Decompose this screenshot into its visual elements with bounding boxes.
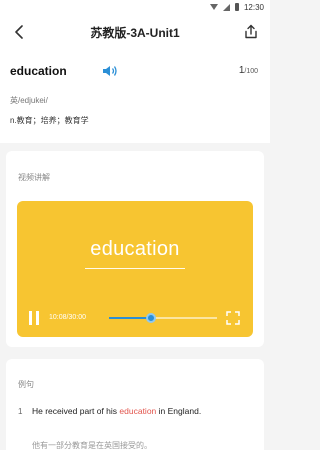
- example-sentence: He received part of his education in Eng…: [32, 406, 252, 417]
- progress-track[interactable]: [109, 317, 217, 319]
- example-before: He received part of his: [32, 406, 120, 416]
- back-button[interactable]: [10, 23, 28, 41]
- page-title: 苏教版-3A-Unit1: [90, 25, 180, 40]
- fullscreen-button[interactable]: [226, 311, 240, 325]
- example-card: 例句 1 He received part of his education i…: [6, 359, 264, 450]
- pause-icon-bar-right: [36, 311, 39, 325]
- word-counter: 1/100: [239, 65, 258, 76]
- word-meaning: n.教育；培养；教育学: [10, 116, 89, 125]
- progress-thumb[interactable]: [146, 313, 157, 323]
- video-player[interactable]: education 10:08/30:00: [17, 201, 253, 337]
- example-highlight: education: [119, 406, 157, 416]
- wifi-icon: [209, 4, 218, 10]
- word-text: education: [10, 64, 67, 78]
- signal-icon: [222, 3, 230, 11]
- word-panel: education 1/100 英/edjukei/ n.教育；培养；教育学: [0, 50, 270, 143]
- word-total: /100: [244, 68, 258, 75]
- status-bar: 12:30: [0, 0, 270, 14]
- pause-icon-bar-left: [29, 311, 32, 325]
- fullscreen-icon: [226, 311, 240, 325]
- example-translation: 他有一部分教育是在英国接受的。: [32, 441, 152, 450]
- video-word: education: [90, 238, 180, 260]
- video-card: 视频讲解 education 10:08/30:00: [6, 151, 264, 347]
- pronounce-button[interactable]: [102, 64, 118, 78]
- video-word-underline: [85, 268, 185, 269]
- example-section-label: 例句: [18, 380, 34, 389]
- pause-button[interactable]: [28, 311, 40, 325]
- example-after: in England.: [156, 406, 202, 416]
- phonetic: 英/edjukei/: [10, 96, 48, 105]
- example-number: 1: [18, 407, 23, 416]
- progress-fill: [109, 317, 152, 319]
- speaker-icon: [103, 66, 117, 76]
- video-time: 10:08/30:00: [49, 314, 86, 321]
- chevron-left-icon: [15, 25, 23, 39]
- share-icon: [245, 24, 257, 38]
- share-button[interactable]: [242, 22, 260, 40]
- status-time: 12:30: [243, 2, 264, 12]
- video-section-label: 视频讲解: [18, 173, 50, 182]
- nav-bar: 苏教版-3A-Unit1: [0, 14, 270, 50]
- battery-icon: [234, 3, 239, 11]
